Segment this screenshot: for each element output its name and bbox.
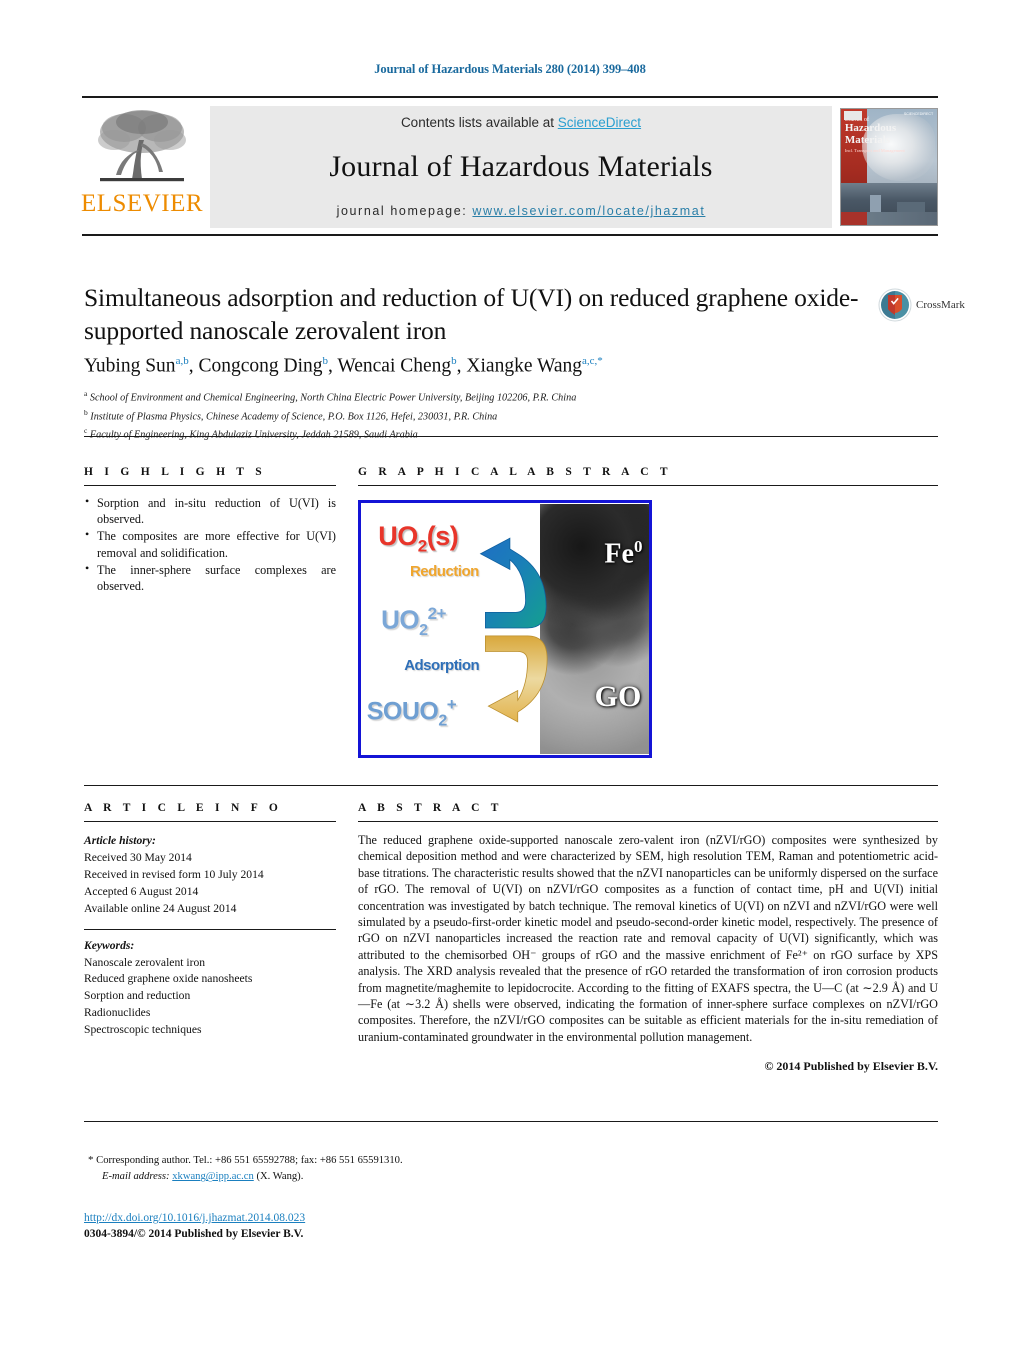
journal-homepage-line: journal homepage: www.elsevier.com/locat… (337, 204, 706, 218)
contents-prefix: Contents lists available at (400, 115, 558, 130)
keyword-item: Spectroscopic techniques (84, 1023, 202, 1037)
article-history-item: Accepted 6 August 2014 (84, 884, 199, 898)
corresponding-author-line: * Corresponding author. Tel.: +86 551 65… (88, 1152, 688, 1169)
corresponding-text: Corresponding author. Tel.: +86 551 6559… (96, 1155, 403, 1166)
cover-elsevier-mark (843, 111, 862, 121)
keyword-item: Reduced graphene oxide nanosheets (84, 972, 253, 986)
article-history-item: Available online 24 August 2014 (84, 901, 237, 915)
keyword-item: Radionuclides (84, 1006, 151, 1020)
cover-line4: Incl. Transport and Management (844, 147, 905, 153)
crossmark-badge[interactable]: CrossMark (878, 288, 965, 322)
corresponding-author-note: * Corresponding author. Tel.: +86 551 65… (88, 1152, 688, 1186)
email-label: E-mail address: (102, 1171, 170, 1183)
affiliation-item: c Faculty of Engineering, King Abdulaziz… (84, 426, 418, 441)
highlights-list: Sorption and in-situ reduction of U(VI) … (84, 494, 336, 594)
affiliation-marker: b (84, 407, 88, 417)
keyword-item: Nanoscale zerovalent iron (84, 955, 206, 969)
mid-divider-rule (84, 785, 938, 786)
author-list: Yubing Suna,b, Congcong Dingb, Wencai Ch… (84, 355, 603, 377)
email-link[interactable]: xkwang@ipp.ac.cn (172, 1171, 254, 1182)
author-name[interactable]: Yubing Sun (84, 356, 176, 377)
cover-line3: Materials (844, 133, 891, 146)
graphical-abstract-heading: G R A P H I C A L A B S T R A C T (358, 466, 672, 478)
keyword-item: Sorption and reduction (84, 989, 191, 1003)
masthead-center-band: Contents lists available at ScienceDirec… (210, 106, 832, 228)
graphical-abstract-rule (358, 485, 938, 486)
elsevier-logo: ELSEVIER (80, 102, 204, 234)
cover-header-text: SCIENCEDIRECT (903, 112, 934, 117)
article-history-block: Article history: Received 30 May 2014 Rec… (84, 833, 336, 918)
graphical-abstract-figure: Fe0 GO UO2(s) Reduction UO22+ Adsorption… (358, 500, 652, 758)
highlight-item: The composites are more effective for U(… (84, 527, 336, 560)
journal-homepage-link[interactable]: www.elsevier.com/locate/jhazmat (472, 204, 705, 218)
author-affiliation-marker: b (451, 355, 457, 367)
ga-label-reduction: Reduction (409, 563, 479, 581)
affiliation-marker: a (84, 389, 88, 398)
reduction-arrow (479, 537, 547, 629)
keywords-list: Nanoscale zerovalent iron Reduced graphen… (84, 955, 336, 1040)
article-history-list: Received 30 May 2014 Received in revised … (84, 850, 336, 918)
author-name[interactable]: Congcong Ding (198, 356, 322, 377)
affiliation-item: a School of Environment and Chemical Eng… (84, 389, 577, 404)
author-affiliation-marker: a,b (175, 355, 189, 367)
author-name[interactable]: Xiangke Wang (466, 356, 582, 377)
cover-title-text: Journal of Hazardous Materials Incl. Tra… (845, 117, 908, 153)
page-title: Simultaneous adsorption and reduction of… (84, 283, 859, 345)
article-info-heading: A R T I C L E I N F O (84, 802, 283, 814)
abstract-section: A B S T R A C T The reduced graphene oxi… (358, 802, 938, 1074)
journal-cover-thumbnail: SCIENCEDIRECT Journal of Hazardous Mater… (840, 108, 938, 226)
email-suffix: (X. Wang). (256, 1171, 304, 1183)
journal-masthead: ELSEVIER Contents lists available at Sci… (80, 96, 938, 236)
highlight-item: Sorption and in-situ reduction of U(VI) … (84, 494, 336, 527)
highlight-item: The inner-sphere surface complexes are o… (84, 561, 336, 594)
adsorption-arrow (485, 635, 548, 723)
ga-label-uo2-ion: UO22+ (381, 603, 446, 639)
ga-label-adsorption: Adsorption (404, 656, 480, 674)
affiliation-marker: c (84, 426, 88, 435)
sciencedirect-link[interactable]: ScienceDirect (558, 115, 641, 130)
article-history-item: Received 30 May 2014 (84, 850, 192, 864)
author-name[interactable]: Wencai Cheng (337, 356, 451, 377)
keywords-divider (84, 928, 336, 930)
elsevier-tree-icon (98, 110, 186, 182)
issn-copyright-line: 0304-3894/© 2014 Published by Elsevier B… (84, 1228, 304, 1240)
crossmark-icon[interactable] (878, 288, 912, 322)
corresponding-marker: * (88, 1154, 94, 1166)
abstract-heading: A B S T R A C T (358, 802, 503, 814)
author-affiliation-marker: b (322, 355, 329, 367)
running-head: Journal of Hazardous Materials 280 (2014… (374, 62, 646, 76)
keywords-block: Keywords: Nanoscale zerovalent iron Reduc… (84, 938, 336, 1040)
footer-divider-rule (84, 1121, 938, 1122)
affiliation-item: b Institute of Plasma Physics, Chinese A… (84, 407, 498, 422)
ga-label-souo2: SOUO2+ (366, 694, 457, 729)
article-history-item: Received in revised form 10 July 2014 (84, 867, 264, 881)
highlights-section: H I G H L I G H T S Sorption and in-situ… (84, 466, 336, 595)
abstract-text: The reduced graphene oxide-supported nan… (358, 833, 938, 1044)
article-history-label: Article history: (84, 834, 156, 847)
article-info-rule (84, 821, 336, 822)
highlights-heading: H I G H L I G H T S (84, 466, 266, 478)
highlights-rule (84, 485, 336, 486)
email-line: E-mail address: xkwang@ipp.ac.cn (X. Wan… (88, 1169, 688, 1185)
title-block: Simultaneous adsorption and reduction of… (84, 282, 874, 347)
article-info-section: A R T I C L E I N F O Article history: R… (84, 802, 336, 1039)
abstract-copyright: © 2014 Published by Elsevier B.V. (764, 1059, 938, 1074)
abstract-rule (358, 821, 938, 822)
elsevier-wordmark: ELSEVIER (80, 190, 204, 217)
cover-bottom-band (841, 212, 937, 225)
header-divider-rule (84, 436, 938, 437)
journal-title: Journal of Hazardous Materials (329, 150, 713, 183)
journal-article-page: Journal of Hazardous Materials 280 (2014… (0, 0, 1020, 1351)
keywords-label: Keywords: (84, 938, 135, 952)
ga-label-uo2-solid: UO2(s) (378, 520, 459, 556)
homepage-prefix: journal homepage: (336, 204, 473, 218)
crossmark-label: CrossMark (916, 299, 965, 311)
author-affiliation-marker: a,c,* (582, 355, 603, 367)
doi-link[interactable]: http://dx.doi.org/10.1016/j.jhazmat.2014… (84, 1212, 305, 1224)
contents-available-line: Contents lists available at ScienceDirec… (401, 115, 641, 130)
graphical-abstract-section: G R A P H I C A L A B S T R A C T Fe0 GO (358, 466, 938, 758)
